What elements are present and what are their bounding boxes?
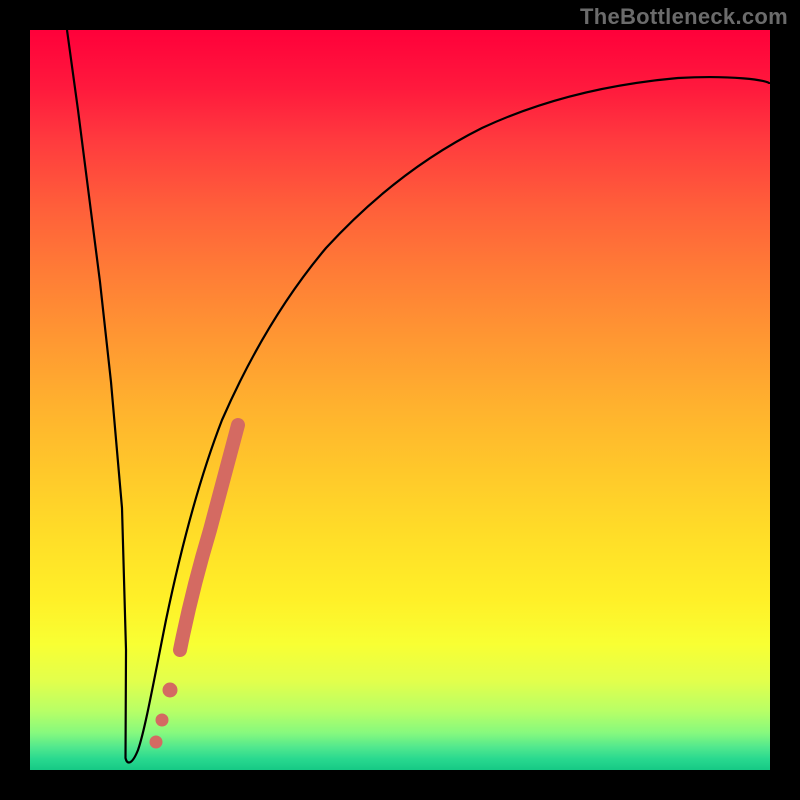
watermark-text: TheBottleneck.com bbox=[580, 4, 788, 30]
chart-frame: TheBottleneck.com bbox=[0, 0, 800, 800]
gradient-plot-area bbox=[30, 30, 770, 770]
highlight-markers bbox=[150, 425, 238, 748]
bottleneck-curve bbox=[67, 30, 770, 763]
curve-layer bbox=[30, 30, 770, 770]
